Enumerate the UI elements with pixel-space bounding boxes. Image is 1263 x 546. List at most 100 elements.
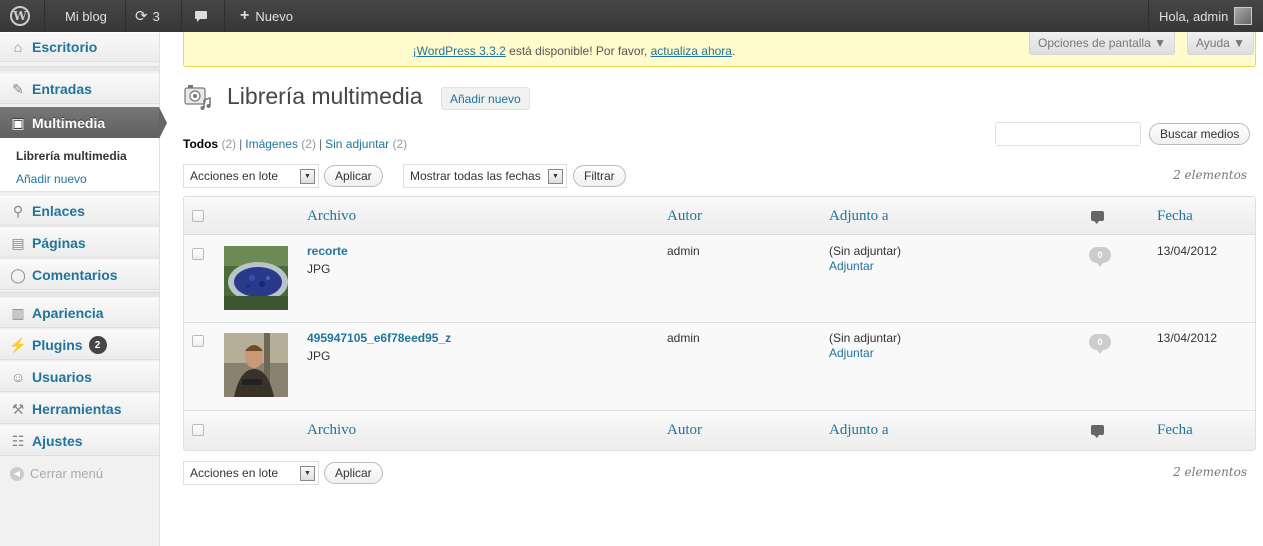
comments-column-icon[interactable] bbox=[1091, 211, 1104, 224]
collapse-menu-button[interactable]: ◀ Cerrar menú bbox=[10, 466, 103, 481]
new-content-link[interactable]: + Nuevo bbox=[240, 0, 293, 32]
help-tab[interactable]: Ayuda ▼ bbox=[1187, 32, 1255, 55]
apply-button-bottom[interactable]: Aplicar bbox=[324, 462, 383, 484]
admin-bar: W Mi blog ⟳ 3 + Nuevo Hola, admin bbox=[0, 0, 1263, 32]
menu-item-multimedia[interactable]: ▣ Multimedia bbox=[0, 107, 159, 139]
appearance-icon: ▥ bbox=[11, 304, 25, 321]
users-icon: ☺ bbox=[10, 369, 26, 385]
site-name-link[interactable]: Mi blog bbox=[65, 0, 107, 32]
wordpress-version-link[interactable]: ¡WordPress 3.3.2 bbox=[413, 44, 506, 58]
my-account-link[interactable]: Hola, admin bbox=[1159, 0, 1253, 32]
greeting: Hola, admin bbox=[1159, 8, 1229, 24]
filter-images[interactable]: Imágenes bbox=[245, 137, 298, 151]
media-title-link[interactable]: recorte bbox=[307, 244, 348, 258]
bulk-actions-value: Acciones en lote bbox=[190, 466, 279, 480]
settings-icon: ☷ bbox=[11, 432, 25, 449]
admin-menu: ⌂ Escritorio ✎ Entradas ▣ Multimedia Librer… bbox=[0, 32, 167, 546]
search-input[interactable] bbox=[995, 122, 1141, 146]
menu-label: Escritorio bbox=[32, 39, 98, 55]
chevron-down-icon: ▼ bbox=[300, 466, 315, 481]
media-thumbnail[interactable] bbox=[224, 246, 288, 310]
table-header: Archivo Autor Adjunto a Fecha bbox=[184, 197, 1255, 235]
avatar bbox=[1234, 7, 1253, 25]
house-icon: ⌂ bbox=[13, 39, 23, 55]
media-attached-to: (Sin adjuntar) bbox=[829, 244, 902, 258]
tools-icon: ⚒ bbox=[11, 400, 25, 417]
wordpress-logo-icon[interactable]: W bbox=[10, 0, 30, 32]
multimedia-submenu: Librería multimedia Añadir nuevo bbox=[0, 138, 159, 192]
menu-label: Multimedia bbox=[32, 115, 106, 131]
bulk-actions-select-top[interactable]: Acciones en lote ▼ bbox=[183, 164, 319, 188]
collapse-arrow-icon: ◀ bbox=[10, 466, 24, 481]
column-date[interactable]: Fecha bbox=[1157, 422, 1193, 439]
media-author: admin bbox=[667, 244, 700, 258]
select-all-checkbox[interactable] bbox=[192, 210, 204, 222]
submenu-media-library[interactable]: Librería multimedia bbox=[16, 149, 127, 163]
filter-all-count: (2) bbox=[221, 137, 237, 151]
updates-link[interactable]: ⟳ 3 bbox=[135, 0, 160, 32]
comments-icon: ◯ bbox=[10, 266, 26, 283]
bulk-actions-select-bottom[interactable]: Acciones en lote ▼ bbox=[183, 461, 319, 485]
plus-icon: + bbox=[240, 7, 250, 24]
media-attached-to: (Sin adjuntar) bbox=[829, 331, 902, 345]
media-date: 13/04/2012 bbox=[1157, 244, 1218, 258]
table-row: 495947105_e6f78eed95_z JPG admin (Sin ad… bbox=[184, 323, 1255, 411]
media-table: Archivo Autor Adjunto a Fecha recorte JP… bbox=[183, 196, 1256, 451]
search-media-button[interactable]: Buscar medios bbox=[1149, 123, 1251, 145]
menu-label: Ajustes bbox=[32, 433, 83, 449]
menu-item-herramientas[interactable]: ⚒ Herramientas bbox=[0, 394, 159, 424]
select-all-checkbox-footer[interactable] bbox=[192, 424, 204, 436]
menu-item-entradas[interactable]: ✎ Entradas bbox=[0, 74, 159, 104]
media-date: 13/04/2012 bbox=[1157, 331, 1218, 345]
date-filter-select[interactable]: Mostrar todas las fechas ▼ bbox=[403, 164, 567, 188]
media-title-link[interactable]: 495947105_e6f78eed95_z bbox=[307, 331, 451, 345]
menu-item-enlaces[interactable]: ⚲ Enlaces bbox=[0, 196, 159, 226]
pin-icon: ✎ bbox=[12, 80, 24, 97]
table-footer: Archivo Autor Adjunto a Fecha bbox=[184, 412, 1255, 450]
add-new-button[interactable]: Añadir nuevo bbox=[441, 87, 530, 110]
menu-item-usuarios[interactable]: ☺ Usuarios bbox=[0, 362, 159, 392]
menu-label: Enlaces bbox=[32, 203, 85, 219]
filter-button[interactable]: Filtrar bbox=[573, 165, 626, 187]
screen-options-tab[interactable]: Opciones de pantalla ▼ bbox=[1029, 32, 1175, 55]
pages-icon: ▤ bbox=[11, 234, 25, 251]
comment-count-bubble[interactable]: 0 bbox=[1089, 247, 1111, 267]
menu-item-ajustes[interactable]: ☷ Ajustes bbox=[0, 426, 159, 456]
menu-label: Apariencia bbox=[32, 305, 104, 321]
menu-item-apariencia[interactable]: ▥ Apariencia bbox=[0, 298, 159, 328]
updates-count: 3 bbox=[152, 8, 160, 24]
column-file[interactable]: Archivo bbox=[307, 422, 356, 439]
comments-bubble-icon[interactable] bbox=[194, 0, 208, 32]
update-now-link[interactable]: actualiza ahora bbox=[651, 44, 732, 58]
submenu-add-new[interactable]: Añadir nuevo bbox=[16, 172, 87, 186]
menu-item-paginas[interactable]: ▤ Páginas bbox=[0, 228, 159, 258]
filter-images-count: (2) bbox=[301, 137, 316, 151]
column-attached: Adjunto a bbox=[829, 208, 889, 224]
menu-label: Páginas bbox=[32, 235, 86, 251]
refresh-icon: ⟳ bbox=[135, 8, 148, 25]
table-row: recorte JPG admin (Sin adjuntar) Adjunta… bbox=[184, 235, 1255, 323]
row-checkbox[interactable] bbox=[192, 335, 204, 347]
update-notice: ¡WordPress 3.3.2 está disponible! Por fa… bbox=[183, 32, 1256, 67]
new-label: Nuevo bbox=[255, 8, 293, 24]
attach-link[interactable]: Adjuntar bbox=[829, 259, 874, 273]
media-icon: ▣ bbox=[11, 114, 25, 131]
menu-item-plugins[interactable]: ⚡ Plugins 2 bbox=[0, 330, 159, 360]
menu-label: Usuarios bbox=[32, 369, 92, 385]
filter-unattached[interactable]: Sin adjuntar bbox=[325, 137, 389, 151]
media-thumbnail[interactable] bbox=[224, 333, 288, 397]
menu-item-escritorio[interactable]: ⌂ Escritorio bbox=[0, 32, 159, 62]
attach-link[interactable]: Adjuntar bbox=[829, 346, 874, 360]
comments-column-icon[interactable] bbox=[1091, 425, 1104, 438]
media-author: admin bbox=[667, 331, 700, 345]
row-checkbox[interactable] bbox=[192, 248, 204, 260]
filter-all[interactable]: Todos bbox=[183, 137, 218, 151]
comment-count-bubble[interactable]: 0 bbox=[1089, 334, 1111, 354]
column-date[interactable]: Fecha bbox=[1157, 208, 1193, 225]
update-text: está disponible! Por favor, bbox=[505, 44, 651, 58]
apply-button-top[interactable]: Aplicar bbox=[324, 165, 383, 187]
column-file[interactable]: Archivo bbox=[307, 208, 356, 225]
menu-label: Entradas bbox=[32, 81, 92, 97]
media-extension: JPG bbox=[307, 349, 331, 363]
menu-item-comentarios[interactable]: ◯ Comentarios bbox=[0, 260, 159, 290]
